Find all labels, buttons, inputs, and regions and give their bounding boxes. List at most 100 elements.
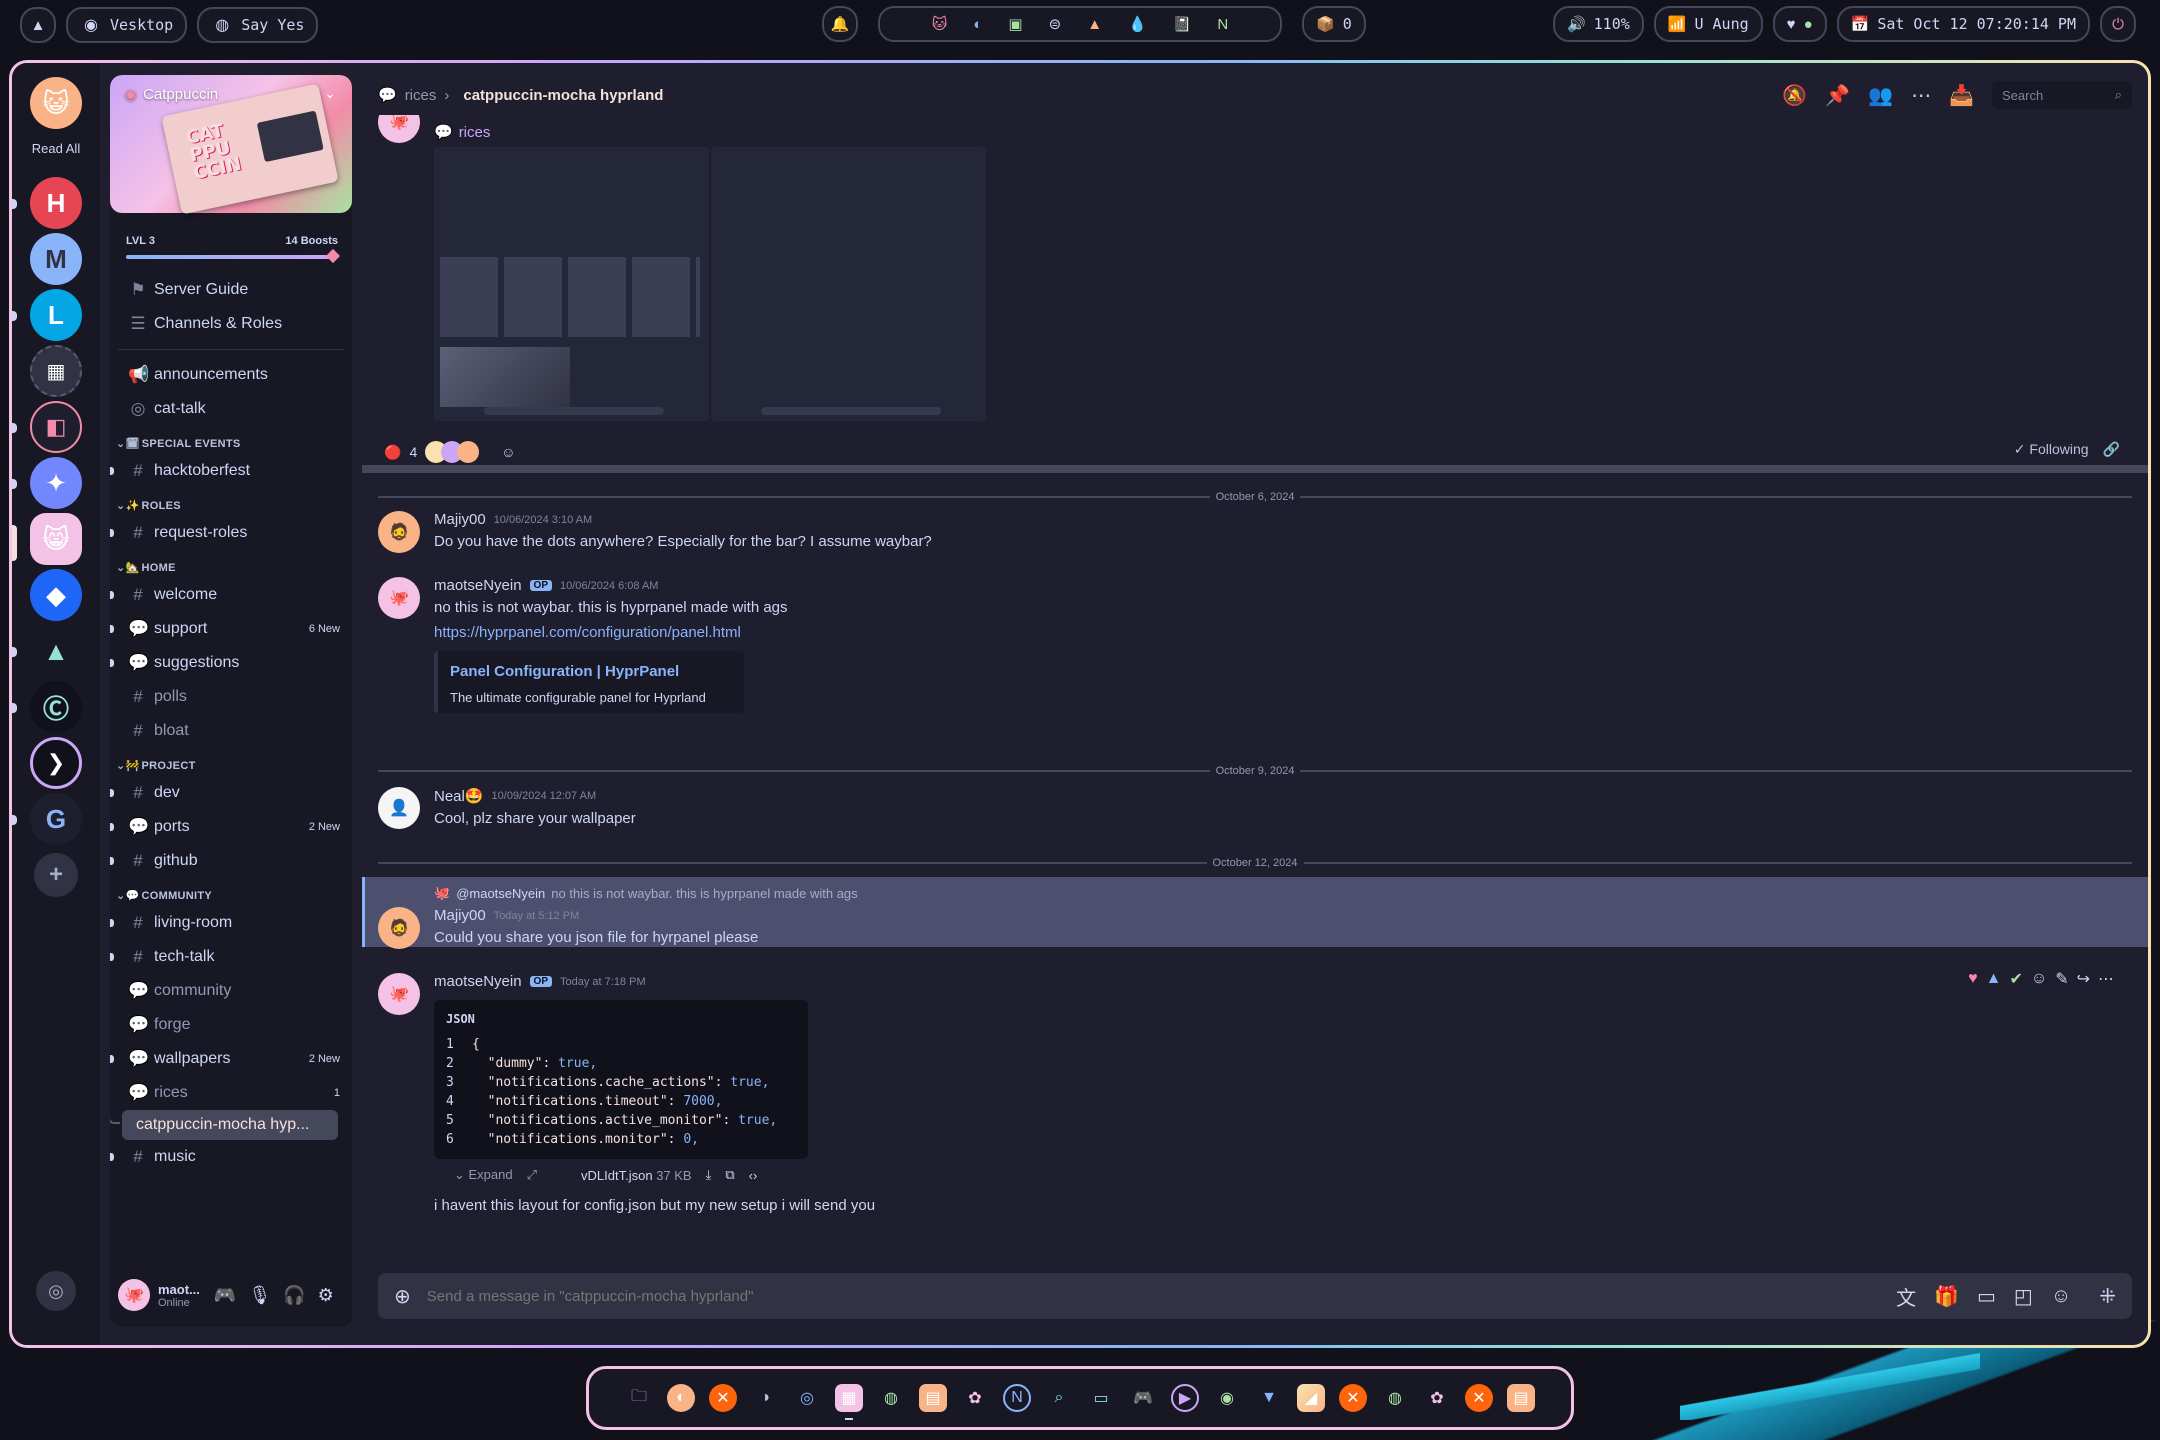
channel-rices[interactable]: 💬 rices 1 bbox=[110, 1076, 352, 1110]
arch-menu-button[interactable]: ▲ bbox=[20, 7, 56, 43]
channel-wallpapers[interactable]: 💬 wallpapers 2 New bbox=[110, 1042, 352, 1076]
server-chevron[interactable]: ❯ bbox=[30, 737, 82, 789]
sticker-icon[interactable]: ◰ bbox=[2014, 1284, 2033, 1309]
reply-preview[interactable]: 🐙 @maotseNyein no this is not waybar. this… bbox=[434, 885, 2132, 901]
message-author[interactable]: Majiy00 bbox=[434, 907, 486, 924]
avatar[interactable]: 🧔 bbox=[378, 511, 420, 553]
server-g[interactable]: G bbox=[30, 793, 82, 845]
message-author[interactable]: Neal🤩 bbox=[434, 787, 484, 805]
file-name[interactable]: vDLIdtT.json bbox=[581, 1168, 653, 1183]
neovim-icon[interactable]: N bbox=[1217, 16, 1228, 33]
ghost-icon[interactable]: ◑ bbox=[751, 1384, 779, 1412]
notification-bell-button[interactable]: 🔔 bbox=[822, 6, 858, 42]
channel-forge[interactable]: 💬 forge bbox=[110, 1008, 352, 1042]
active-thread[interactable]: catppuccin-mocha hyp... bbox=[110, 1110, 338, 1140]
server-c[interactable]: Ⓒ bbox=[30, 681, 82, 733]
power-button[interactable]: ⏻ bbox=[2100, 6, 2136, 42]
translate-icon[interactable]: 文 bbox=[1896, 1282, 1916, 1311]
nvidia-icon[interactable]: ◉ bbox=[1213, 1384, 1241, 1412]
server-catppuccin[interactable]: 😸 bbox=[30, 513, 82, 565]
channel-polls[interactable]: # polls bbox=[110, 680, 352, 714]
server-anime[interactable]: ✦ bbox=[30, 457, 82, 509]
server-folder[interactable]: ▦ bbox=[30, 345, 82, 397]
channel-community[interactable]: 💬 community bbox=[110, 974, 352, 1008]
arch-ws-icon[interactable]: ▲ bbox=[1087, 16, 1102, 33]
apps-icon[interactable]: ⁜ bbox=[2099, 1284, 2116, 1309]
embed-title[interactable]: Panel Configuration | HyprPanel bbox=[450, 663, 732, 680]
post-tag[interactable]: 💬 rices bbox=[434, 123, 490, 142]
channel-suggestions[interactable]: 💬 suggestions bbox=[110, 646, 352, 680]
boost-count[interactable]: 14 Boosts bbox=[285, 235, 338, 247]
neovim-dock-icon[interactable]: N bbox=[1003, 1384, 1031, 1412]
close-app-icon[interactable]: ✕ bbox=[709, 1384, 737, 1412]
flower-icon-2[interactable]: ✿ bbox=[1423, 1384, 1451, 1412]
mic-muted-icon[interactable]: 🎙 bbox=[248, 1285, 271, 1306]
server-arch[interactable]: ▲ bbox=[30, 625, 82, 677]
server-pink[interactable]: ◧ bbox=[30, 401, 82, 453]
category-project[interactable]: ⌄ 🚧 PROJECT bbox=[110, 748, 352, 776]
notes-dock-icon-2[interactable]: ▤ bbox=[1507, 1384, 1535, 1412]
post-images[interactable] bbox=[434, 147, 986, 421]
firefox-icon[interactable]: ◐ bbox=[973, 16, 982, 33]
code-view-icon[interactable]: ‹› bbox=[749, 1168, 758, 1183]
screenshot-icon[interactable]: ⌕ bbox=[1045, 1384, 1073, 1412]
media-pill[interactable]: ◍ Say Yes bbox=[197, 7, 319, 43]
volume-pill[interactable]: 🔊 110% bbox=[1552, 6, 1644, 42]
avatar[interactable]: 🐙 bbox=[378, 973, 420, 1015]
channel-dev[interactable]: # dev bbox=[110, 776, 352, 810]
add-reaction-icon[interactable]: ☺ bbox=[501, 444, 515, 460]
tray-pill[interactable]: ♥ ● bbox=[1772, 6, 1827, 42]
channels-roles[interactable]: ☰ Channels & Roles bbox=[110, 307, 352, 341]
server-guide[interactable]: ⚑ Server Guide bbox=[110, 273, 352, 307]
more-icon[interactable]: ⋯ bbox=[1911, 83, 1931, 108]
members-icon[interactable]: 👥 bbox=[1868, 83, 1893, 108]
home-avatar-button[interactable]: 😺 bbox=[30, 77, 82, 129]
vesktop-dock-icon[interactable]: ▦ bbox=[835, 1384, 863, 1420]
search-input[interactable]: Search ⌕ bbox=[1992, 81, 2132, 109]
gift-icon[interactable]: 🎁 bbox=[1934, 1284, 1959, 1309]
channel-request-roles[interactable]: # request-roles bbox=[110, 516, 352, 550]
add-server-button[interactable]: + bbox=[34, 853, 78, 897]
screenshot-thumbnail-2[interactable] bbox=[711, 147, 986, 421]
emoji-icon[interactable]: ☺ bbox=[2051, 1285, 2071, 1308]
channel-github[interactable]: # github bbox=[110, 844, 352, 878]
pin-icon[interactable]: 📌 bbox=[1825, 83, 1850, 108]
message-author[interactable]: maotseNyein bbox=[434, 577, 522, 594]
window-icon[interactable]: ▭ bbox=[1087, 1384, 1115, 1412]
message-link[interactable]: https://hyprpanel.com/configuration/pane… bbox=[434, 624, 2132, 641]
channel-hacktoberfest[interactable]: # hacktoberfest bbox=[110, 454, 352, 488]
category-roles[interactable]: ⌄ ✨ ROLES bbox=[110, 488, 352, 516]
download-icon[interactable]: ⤓ bbox=[706, 1167, 712, 1183]
avatar[interactable]: 🐙 bbox=[378, 577, 420, 619]
close-app-icon-2[interactable]: ✕ bbox=[1339, 1384, 1367, 1412]
flower-icon[interactable]: ✿ bbox=[961, 1384, 989, 1412]
cat-icon[interactable]: 🐱 bbox=[932, 15, 948, 33]
spotify-dock-icon[interactable]: ◍ bbox=[877, 1384, 905, 1412]
files-icon[interactable]: 🗀 bbox=[625, 1384, 653, 1412]
server-m[interactable]: M bbox=[30, 233, 82, 285]
category-community[interactable]: ⌄ 💬 COMMUNITY bbox=[110, 878, 352, 906]
gamepad-icon[interactable]: 🎮 bbox=[214, 1285, 236, 1306]
message-input[interactable] bbox=[426, 1287, 1881, 1305]
chevron-down-icon[interactable]: ⌄ bbox=[324, 85, 336, 102]
copy-icon[interactable]: ⧉ bbox=[725, 1167, 734, 1183]
sublime-icon[interactable]: ◢ bbox=[1297, 1384, 1325, 1412]
notes-dock-icon[interactable]: ▤ bbox=[919, 1384, 947, 1412]
channel-welcome[interactable]: # welcome bbox=[110, 578, 352, 612]
close-app-icon-3[interactable]: ✕ bbox=[1465, 1384, 1493, 1412]
channel-tech-talk[interactable]: # tech-talk bbox=[110, 940, 352, 974]
add-attachment-icon[interactable]: ⊕ bbox=[394, 1284, 411, 1309]
avatar[interactable]: 🧔 bbox=[378, 907, 420, 949]
expand-button[interactable]: ⌄ Expand bbox=[454, 1167, 513, 1183]
clock-pill[interactable]: 📅 Sat Oct 12 07:20:14 PM bbox=[1836, 6, 2090, 42]
wifi-pill[interactable]: 📶 U Aung bbox=[1653, 6, 1763, 42]
browser-icon[interactable]: ◎ bbox=[793, 1384, 821, 1412]
terminal-icon[interactable]: ▣ bbox=[1008, 15, 1022, 33]
message-author[interactable]: maotseNyein bbox=[434, 973, 522, 990]
channel-living-room[interactable]: # living-room bbox=[110, 906, 352, 940]
mute-icon[interactable]: 🔕 bbox=[1782, 83, 1807, 108]
breadcrumb-parent[interactable]: rices bbox=[405, 87, 437, 104]
firefox-dock-icon[interactable]: ◐ bbox=[667, 1384, 695, 1412]
avatar[interactable]: 🐙 bbox=[378, 115, 420, 143]
channel-announcements[interactable]: 📢 announcements bbox=[110, 358, 352, 392]
